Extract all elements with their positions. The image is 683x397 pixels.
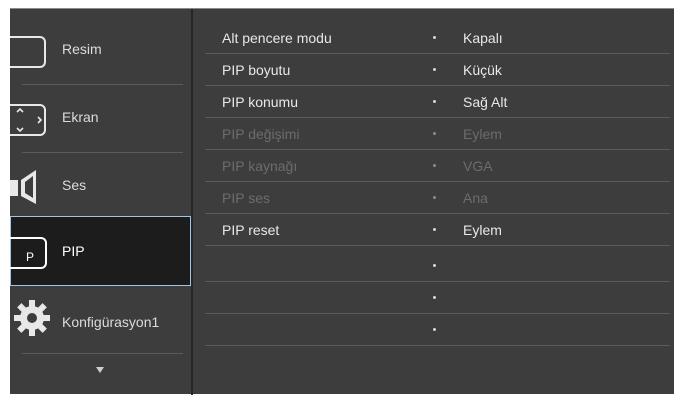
sidebar-item-konfigurasyon1[interactable]: Konfigürasyon1 bbox=[10, 286, 191, 354]
setting-value: Eylem bbox=[463, 126, 502, 142]
bullet-icon bbox=[433, 228, 436, 231]
setting-label: PIP ses bbox=[222, 190, 270, 206]
bullet-icon bbox=[433, 36, 436, 39]
setting-value: Sağ Alt bbox=[463, 94, 508, 110]
bullet-icon bbox=[433, 296, 436, 299]
setting-row-pip-konumu[interactable]: PIP konumu Sağ Alt bbox=[193, 86, 674, 118]
osd-menu: Resim Ekran Ses P PIP Konfigürasyon1 Alt… bbox=[3, 8, 674, 395]
separator bbox=[205, 245, 670, 246]
picture-icon bbox=[3, 33, 50, 69]
pip-icon-label: P bbox=[26, 250, 35, 264]
screen-icon bbox=[3, 101, 50, 137]
setting-label: PIP konumu bbox=[222, 94, 299, 110]
speaker-icon bbox=[10, 169, 50, 205]
bullet-icon bbox=[433, 264, 436, 267]
bullet-icon bbox=[433, 164, 436, 167]
bullet-icon bbox=[433, 196, 436, 199]
setting-row-empty bbox=[193, 282, 674, 314]
bullet-icon bbox=[433, 100, 436, 103]
gear-icon bbox=[14, 296, 54, 336]
setting-value: Ana bbox=[463, 190, 488, 206]
separator bbox=[205, 345, 670, 346]
sidebar-item-resim[interactable]: Resim bbox=[3, 17, 191, 85]
sidebar-item-label: PIP bbox=[62, 243, 85, 259]
sidebar-item-ses[interactable]: Ses bbox=[10, 153, 191, 221]
sidebar-item-ekran[interactable]: Ekran bbox=[3, 85, 191, 153]
pip-settings-panel: Alt pencere modu Kapalı PIP boyutu Küçük… bbox=[193, 9, 674, 395]
sidebar-item-label: Ekran bbox=[62, 109, 99, 125]
bullet-icon bbox=[433, 132, 436, 135]
sidebar-item-label: Resim bbox=[62, 41, 102, 57]
setting-row-pip-boyutu[interactable]: PIP boyutu Küçük bbox=[193, 54, 674, 86]
setting-value: Kapalı bbox=[463, 30, 503, 46]
setting-row-pip-degisimi: PIP değişimi Eylem bbox=[193, 118, 674, 150]
pip-icon: P bbox=[3, 234, 50, 270]
bullet-icon bbox=[433, 68, 436, 71]
setting-label: Alt pencere modu bbox=[222, 30, 332, 46]
setting-row-alt-pencere-modu[interactable]: Alt pencere modu Kapalı bbox=[193, 22, 674, 54]
sidebar-item-label: Konfigürasyon1 bbox=[62, 314, 160, 330]
setting-row-empty bbox=[193, 250, 674, 282]
separator bbox=[22, 353, 183, 354]
setting-value: VGA bbox=[463, 158, 493, 174]
setting-row-pip-kaynagi: PIP kaynağı VGA bbox=[193, 150, 674, 182]
sidebar: Resim Ekran Ses P PIP Konfigürasyon1 bbox=[3, 9, 191, 395]
setting-label: PIP boyutu bbox=[222, 62, 291, 78]
setting-row-pip-reset[interactable]: PIP reset Eylem bbox=[193, 214, 674, 246]
setting-label: PIP değişimi bbox=[222, 126, 300, 142]
setting-label: PIP kaynağı bbox=[222, 158, 298, 174]
setting-row-pip-ses: PIP ses Ana bbox=[193, 182, 674, 214]
bullet-icon bbox=[433, 328, 436, 331]
setting-row-empty bbox=[193, 314, 674, 346]
setting-value: Küçük bbox=[463, 62, 502, 78]
setting-label: PIP reset bbox=[222, 222, 280, 238]
setting-value: Eylem bbox=[463, 222, 502, 238]
chevron-down-icon[interactable] bbox=[96, 367, 104, 373]
sidebar-item-label: Ses bbox=[62, 177, 87, 193]
sidebar-item-pip[interactable]: P PIP bbox=[3, 216, 191, 286]
